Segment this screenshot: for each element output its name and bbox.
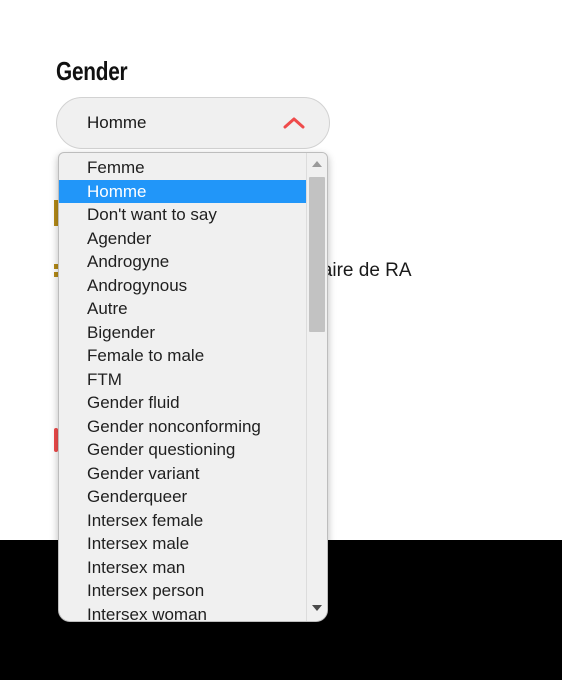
gender-dropdown-listbox[interactable]: Femme Homme Don't want to say Agender Androg… xyxy=(58,152,328,622)
gender-option[interactable]: Agender xyxy=(59,227,306,251)
gender-option[interactable]: Intersex person xyxy=(59,579,306,603)
gender-option[interactable]: FTM xyxy=(59,368,306,392)
gender-option[interactable]: Intersex woman xyxy=(59,603,306,622)
listbox-scrollbar[interactable] xyxy=(306,153,327,621)
scrollbar-thumb[interactable] xyxy=(309,177,325,332)
gender-option[interactable]: Genderqueer xyxy=(59,485,306,509)
gender-option[interactable]: Intersex man xyxy=(59,556,306,580)
gender-option[interactable]: Female to male xyxy=(59,344,306,368)
gender-option-list[interactable]: Femme Homme Don't want to say Agender Androg… xyxy=(59,153,306,621)
gender-option[interactable]: Gender questioning xyxy=(59,438,306,462)
chevron-up-icon[interactable] xyxy=(281,115,307,131)
gender-option[interactable]: Homme xyxy=(59,179,306,203)
gender-option[interactable]: Autre xyxy=(59,297,306,321)
scroll-up-arrow-icon[interactable] xyxy=(307,155,327,173)
gender-option[interactable]: Intersex male xyxy=(59,532,306,556)
gender-option[interactable]: Gender nonconforming xyxy=(59,415,306,439)
gender-option[interactable]: Bigender xyxy=(59,321,306,345)
gender-select-value: Homme xyxy=(87,113,147,132)
gender-option[interactable]: Gender fluid xyxy=(59,391,306,415)
page-title: Gender xyxy=(56,56,128,87)
gender-option[interactable]: Femme xyxy=(59,156,306,180)
gender-option[interactable]: Androgynous xyxy=(59,274,306,298)
scroll-down-arrow-icon[interactable] xyxy=(307,599,327,617)
gender-option[interactable]: Intersex female xyxy=(59,509,306,533)
gender-select-button[interactable]: Homme xyxy=(56,97,330,149)
gender-option[interactable]: Gender variant xyxy=(59,462,306,486)
gender-option[interactable]: Don't want to say xyxy=(59,203,306,227)
gender-option[interactable]: Androgyne xyxy=(59,250,306,274)
